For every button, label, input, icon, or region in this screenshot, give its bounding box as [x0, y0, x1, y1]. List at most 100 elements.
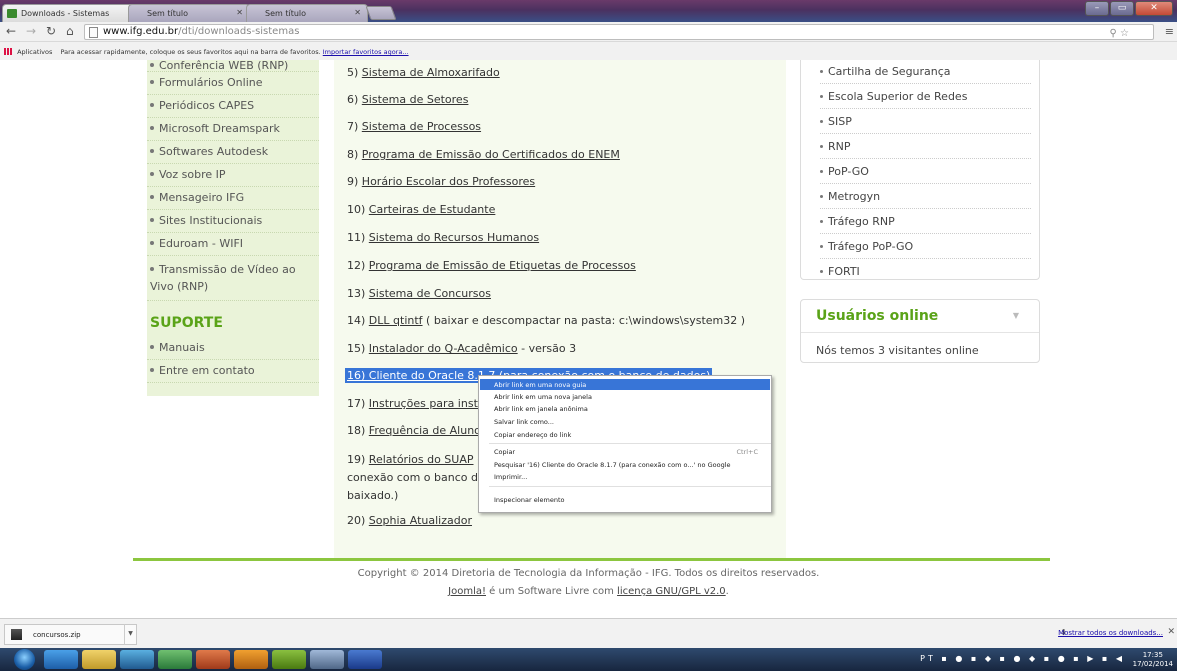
menu-item-copy-link-address[interactable]: Copiar endereço do link — [480, 429, 770, 440]
apps-grid-icon[interactable] — [4, 48, 12, 55]
tab-sem-titulo-2[interactable]: Sem título ✕ — [246, 4, 368, 22]
menu-item-copy[interactable]: Copiar Ctrl+C — [480, 446, 770, 457]
sidebar-item-voz-ip[interactable]: Voz sobre IP — [147, 164, 319, 187]
sidebar-item-eduroam[interactable]: Eduroam - WIFI — [147, 233, 319, 256]
sidebar-item-video[interactable]: Transmissão de Vídeo ao Vivo (RNP) — [147, 256, 319, 301]
download-link[interactable]: Carteiras de Estudante — [369, 203, 496, 216]
item-note: - versão 3 — [517, 342, 577, 355]
sidebar-item-rnp[interactable]: RNP — [820, 134, 1031, 159]
sidebar-item-forti[interactable]: FORTI — [820, 259, 1031, 283]
download-link[interactable]: Sophia Atualizador — [369, 514, 472, 527]
item-note: conexão com o banco de — [347, 471, 485, 484]
copyright-text: Copyright © 2014 Diretoria de Tecnologia… — [357, 568, 820, 579]
right-sidebar: Cartilha de Segurança Escola Superior de… — [800, 60, 1040, 280]
footer-text: é um Software Livre com — [485, 586, 618, 597]
menu-item-search-google[interactable]: Pesquisar '16) Cliente do Oracle 8.1.7 (… — [480, 459, 770, 470]
menu-item-print[interactable]: Imprimir... — [480, 471, 770, 482]
sidebar-item-trafego-pop-go[interactable]: Tráfego PoP-GO — [820, 234, 1031, 259]
download-link[interactable]: Instalador do Q-Acadêmico — [369, 342, 518, 355]
download-link[interactable]: Sistema de Setores — [362, 93, 469, 106]
menu-item-open-new-tab[interactable]: Abrir link em uma nova guia — [480, 379, 770, 390]
minimize-icon[interactable]: – — [1085, 1, 1109, 16]
sidebar-item-trafego-rnp[interactable]: Tráfego RNP — [820, 209, 1031, 234]
forward-arrow-icon[interactable]: → — [26, 24, 36, 38]
item-number: 5) — [347, 66, 362, 79]
sidebar-item-mensageiro[interactable]: Mensageiro IFG — [147, 187, 319, 210]
sidebar-item-conferencia[interactable]: Conferência WEB (RNP) — [147, 60, 319, 72]
import-bookmarks-link[interactable]: Importar favoritos agora... — [323, 48, 409, 56]
menu-item-inspect[interactable]: Inspecionar elemento — [480, 494, 770, 505]
home-icon[interactable]: ⌂ — [66, 24, 74, 38]
url-host: www.ifg.edu.br — [103, 26, 179, 37]
download-link[interactable]: Horário Escolar dos Professores — [362, 175, 535, 188]
page-viewport: Conferência WEB (RNP) Formulários Online… — [0, 60, 1177, 618]
language-indicator[interactable]: PT — [920, 654, 936, 663]
chevron-down-icon[interactable]: ▼ — [1013, 311, 1019, 320]
show-all-downloads-link[interactable]: Mostrar todos os downloads... — [1058, 629, 1163, 637]
download-link[interactable]: DLL qtintf — [369, 314, 423, 327]
tab-sem-titulo-1[interactable]: Sem título ✕ — [128, 4, 250, 22]
tab-close-icon[interactable]: ✕ — [236, 8, 243, 17]
download-item[interactable]: concursos.zip ▼ — [4, 624, 137, 645]
app-taskbar-icon[interactable] — [272, 650, 306, 669]
app-taskbar-icon[interactable] — [120, 650, 154, 669]
apps-link[interactable]: Aplicativos — [17, 48, 52, 56]
tab-downloads-sistemas[interactable]: Downloads - Sistemas ✕ — [2, 4, 142, 22]
new-tab-button[interactable] — [365, 6, 397, 20]
explorer-taskbar-icon[interactable] — [82, 650, 116, 669]
menu-item-open-new-window[interactable]: Abrir link em uma nova janela — [480, 391, 770, 402]
sidebar-item-sisp[interactable]: SISP — [820, 109, 1031, 134]
menu-item-open-incognito[interactable]: Abrir link em janela anônima — [480, 403, 770, 414]
sidebar-item-cartilha[interactable]: Cartilha de Segurança — [820, 65, 1031, 84]
chrome-taskbar-icon[interactable] — [196, 650, 230, 669]
download-link[interactable]: Sistema de Concursos — [369, 287, 491, 300]
bookmarks-bar: Aplicativos Para acessar rapidamente, co… — [0, 42, 1177, 60]
app-taskbar-icon[interactable] — [158, 650, 192, 669]
sidebar-item-esr[interactable]: Escola Superior de Redes — [820, 84, 1031, 109]
download-link[interactable]: Sistema de Almoxarifado — [362, 66, 500, 79]
footer-text: . — [725, 586, 729, 597]
app-taskbar-icon[interactable] — [234, 650, 268, 669]
reload-icon[interactable]: ↻ — [46, 24, 56, 38]
clock[interactable]: 17:35 17/02/2014 — [1133, 651, 1173, 669]
download-link[interactable]: Sistema do Recursos Humanos — [369, 231, 539, 244]
download-link[interactable]: Relatórios do SUAP — [369, 453, 474, 466]
download-link[interactable]: Programa de Emissão do Certificados do E… — [362, 148, 620, 161]
sidebar-item-sites[interactable]: Sites Institucionais — [147, 210, 319, 233]
download-link[interactable]: Frequência de Alunos — [369, 424, 487, 437]
item-number: 10) — [347, 203, 369, 216]
chrome-menu-icon[interactable]: ≡ — [1165, 25, 1174, 38]
sidebar-item-manuais[interactable]: Manuais — [147, 337, 319, 360]
start-button[interactable] — [14, 649, 35, 670]
back-arrow-icon[interactable]: ← — [6, 24, 16, 38]
left-sidebar: Conferência WEB (RNP) Formulários Online… — [147, 60, 319, 396]
sidebar-item-label: PoP-GO — [828, 165, 869, 178]
license-link[interactable]: licença GNU/GPL v2.0 — [617, 586, 726, 597]
download-link[interactable]: Programa de Emissão de Etiquetas de Proc… — [369, 259, 636, 272]
bullet-icon — [820, 220, 823, 223]
joomla-link[interactable]: Joomla! — [448, 586, 486, 597]
sidebar-item-pop-go[interactable]: PoP-GO — [820, 159, 1031, 184]
sidebar-item-periodicos[interactable]: Periódicos CAPES — [147, 95, 319, 118]
clock-time: 17:35 — [1142, 651, 1163, 659]
download-link[interactable]: Sistema de Processos — [362, 120, 481, 133]
sidebar-item-contato[interactable]: Entre em contato — [147, 360, 319, 383]
sidebar-item-metrogyn[interactable]: Metrogyn — [820, 184, 1031, 209]
system-tray[interactable]: PT ▪ ● ▪ ◆ ▪ ● ◆ ▪ ● ▪ ▶ ▪ ◀ — [920, 654, 1125, 663]
sidebar-item-autodesk[interactable]: Softwares Autodesk — [147, 141, 319, 164]
online-users-module: Usuários online ▼ Nós temos 3 visitantes… — [800, 299, 1040, 363]
zoom-star-icons[interactable]: ⚲ ☆ — [1110, 28, 1129, 39]
sidebar-item-formularios[interactable]: Formulários Online — [147, 72, 319, 95]
address-bar[interactable]: www.ifg.edu.br/dti/downloads-sistemas ⚲ … — [84, 24, 1154, 40]
window-close-icon[interactable]: ✕ — [1135, 1, 1173, 16]
menu-item-save-link[interactable]: Salvar link como... — [480, 416, 770, 427]
app-taskbar-icon[interactable] — [310, 650, 344, 669]
sidebar-item-dreamspark[interactable]: Microsoft Dreamspark — [147, 118, 319, 141]
maximize-icon[interactable]: ▭ — [1110, 1, 1134, 16]
close-icon[interactable]: ✕ — [1167, 627, 1175, 637]
ie-taskbar-icon[interactable] — [44, 650, 78, 669]
download-link[interactable]: Instruções para instala — [369, 397, 495, 410]
tab-close-icon[interactable]: ✕ — [354, 8, 361, 17]
chevron-down-icon[interactable]: ▼ — [124, 624, 136, 645]
word-taskbar-icon[interactable] — [348, 650, 382, 669]
